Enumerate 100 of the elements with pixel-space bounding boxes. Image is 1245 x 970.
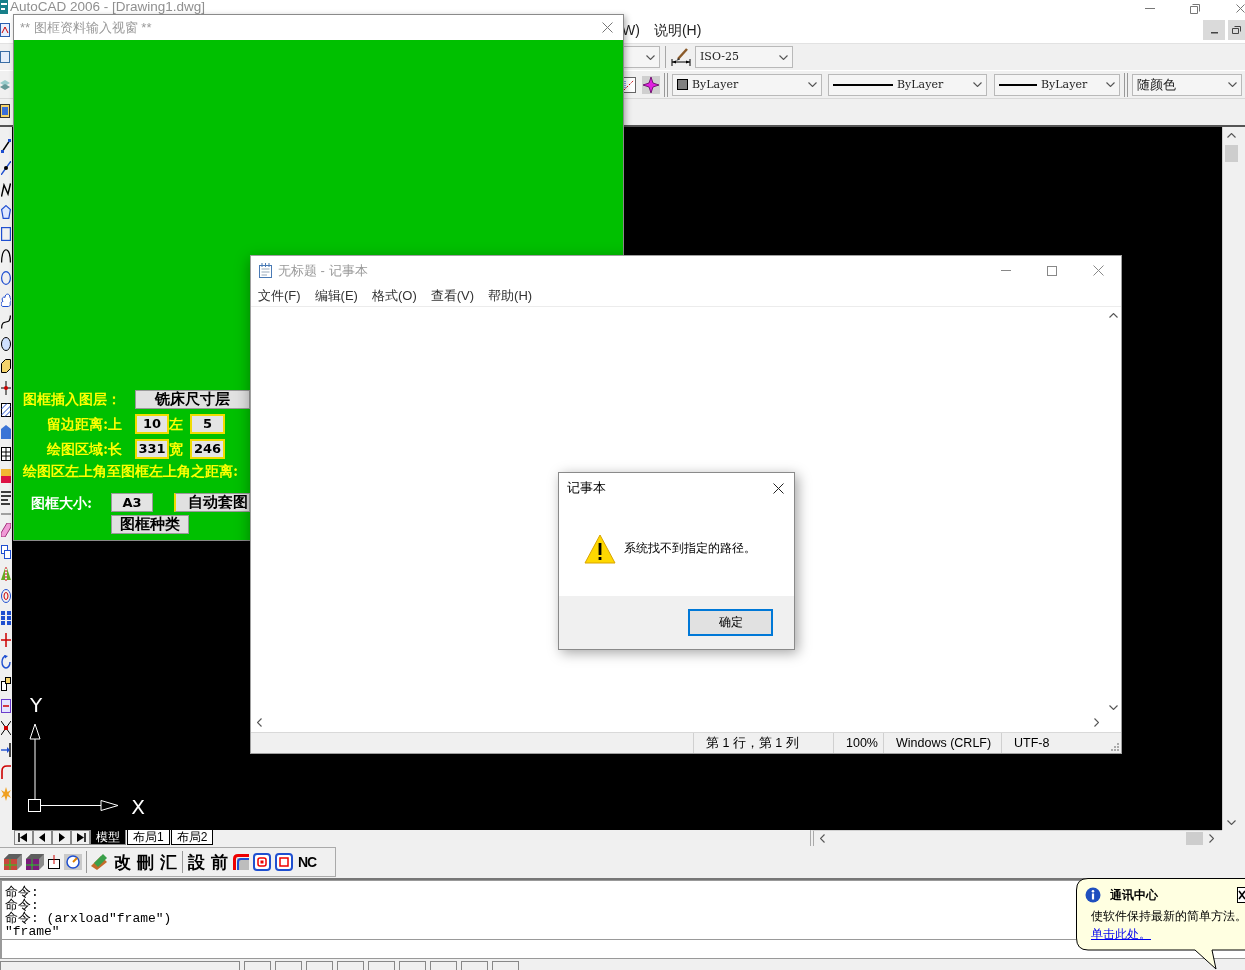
color-dropdown[interactable]: ByLayer	[672, 73, 822, 96]
spline-icon[interactable]	[1, 315, 11, 329]
offset-icon[interactable]	[1, 589, 11, 603]
table-icon[interactable]	[1, 447, 11, 461]
origin-square	[28, 799, 41, 812]
circle-icon[interactable]	[1, 271, 11, 285]
line-sample-icon	[833, 83, 893, 86]
update-link[interactable]: 单击此处。	[1091, 927, 1151, 941]
cube-icon[interactable]	[4, 854, 22, 870]
construction-line-icon[interactable]	[1, 161, 11, 175]
maximize-icon[interactable]	[1047, 265, 1057, 276]
menu-item[interactable]: 帮助(H)	[481, 287, 540, 304]
length-field[interactable]: 331	[135, 438, 169, 459]
margin-top-field[interactable]: 10	[135, 413, 169, 434]
close-icon[interactable]	[1237, 887, 1245, 903]
style-dropdown[interactable]	[622, 46, 660, 68]
toolbar-button[interactable]: NC	[297, 850, 318, 874]
scrollbar-thumb[interactable]	[1186, 832, 1203, 845]
restore-icon[interactable]	[1228, 20, 1245, 40]
toolbar-button[interactable]: 改	[113, 850, 132, 874]
scale-icon[interactable]	[1, 677, 11, 691]
toolbar-button[interactable]: 前	[210, 850, 229, 874]
close-icon[interactable]	[773, 482, 784, 494]
next-tab-icon[interactable]	[52, 830, 71, 845]
status-text: 100%	[833, 733, 883, 753]
cloud-icon[interactable]	[1, 293, 11, 307]
scroll-up-icon[interactable]	[1227, 133, 1236, 138]
toolbar-button[interactable]: 汇	[159, 850, 178, 874]
scroll-up-icon[interactable]	[1108, 313, 1118, 318]
first-tab-icon[interactable]	[14, 830, 33, 845]
caret-icon	[1228, 82, 1237, 87]
last-tab-icon[interactable]	[71, 830, 90, 845]
layout-tab[interactable]: 布局2	[170, 830, 214, 845]
line-icon[interactable]	[1, 139, 11, 153]
polyline-icon[interactable]	[1, 183, 11, 197]
auto-frame-button[interactable]: 自动套图	[174, 493, 250, 512]
frame-icon[interactable]	[275, 853, 293, 871]
dial-icon[interactable]	[64, 854, 82, 870]
extend-icon[interactable]	[1, 743, 11, 757]
menu-item[interactable]: 编辑(E)	[307, 287, 365, 304]
resize-grip-icon[interactable]	[1111, 743, 1119, 751]
gradient-icon[interactable]	[1, 469, 11, 483]
stacked-slabs-icon[interactable]	[91, 854, 109, 870]
dialog-title: ** 图框资料输入视窗 **	[20, 19, 152, 36]
restore-icon[interactable]	[1190, 3, 1200, 14]
scroll-left-icon[interactable]	[820, 834, 825, 843]
array-icon[interactable]	[1, 611, 11, 625]
plot-style-dropdown[interactable]: 随颜色	[1132, 73, 1242, 96]
hatch-icon[interactable]	[1, 403, 11, 417]
frame-type-button[interactable]: 图框种类	[111, 515, 189, 534]
command-line: 命令:	[5, 886, 39, 899]
dimension-style-dropdown[interactable]: ISO-25	[695, 46, 793, 68]
framed-panel-icon[interactable]	[0, 104, 10, 118]
arc-icon[interactable]	[1, 249, 11, 263]
dimension-brush-icon[interactable]	[671, 48, 691, 66]
frame-size-field[interactable]: A3	[111, 493, 153, 512]
linetype-dropdown[interactable]: ByLayer	[828, 73, 987, 96]
menu-item[interactable]: 查看(V)	[423, 287, 482, 304]
toolbar-button[interactable]: 刪	[136, 850, 155, 874]
stretch-icon[interactable]	[1, 699, 11, 713]
trim-icon[interactable]	[1, 721, 11, 735]
balloon-message: 使软件保持最新的简单方法。	[1091, 909, 1245, 923]
point-icon[interactable]	[1, 381, 11, 395]
scrollbar-thumb[interactable]	[1225, 145, 1238, 162]
lineweight-dropdown[interactable]: ByLayer	[994, 73, 1120, 96]
scroll-left-icon[interactable]	[257, 717, 262, 727]
ok-button[interactable]: 确定	[688, 609, 773, 636]
status-text: Windows (CRLF)	[883, 733, 1001, 753]
rotate-icon[interactable]	[1, 655, 11, 669]
menu-item[interactable]: 格式(O)	[364, 287, 424, 304]
layout-tab[interactable]: 模型	[90, 830, 126, 845]
corner-icon[interactable]	[233, 854, 249, 870]
scroll-down-icon[interactable]	[1108, 705, 1118, 710]
toolbar-button[interactable]: 設	[187, 850, 206, 874]
copy-icon[interactable]	[1, 545, 11, 559]
menu-item[interactable]: 说明(H)	[653, 21, 702, 39]
target-icon[interactable]	[253, 853, 271, 871]
star-icon[interactable]	[642, 75, 660, 94]
status-text: 第 1 行，第 1 列	[693, 733, 833, 753]
margin-left-field[interactable]: 5	[190, 413, 225, 434]
layout-tab[interactable]: 布局1	[127, 830, 170, 845]
scroll-right-icon[interactable]	[1094, 717, 1099, 727]
scroll-right-icon[interactable]	[1209, 834, 1214, 843]
width-field[interactable]: 246	[190, 438, 225, 459]
line-sample-icon	[999, 83, 1037, 86]
square-icon[interactable]	[48, 855, 60, 869]
layer-button[interactable]: 铣床尺寸层	[135, 389, 250, 409]
move-icon[interactable]	[1, 633, 11, 647]
lines-icon[interactable]	[1, 491, 11, 505]
fillet-icon[interactable]	[1, 765, 11, 779]
rectangle-icon[interactable]	[1, 227, 11, 241]
cube-icon[interactable]	[26, 854, 44, 870]
scroll-down-icon[interactable]	[1227, 820, 1236, 825]
ellipse-icon[interactable]	[1, 337, 11, 351]
warning-icon	[584, 533, 616, 564]
layers-icon	[0, 78, 10, 91]
menu-item[interactable]: 文件(F)	[251, 287, 308, 304]
mirror-icon[interactable]	[1, 567, 11, 581]
dialog-title: 记事本	[567, 480, 606, 496]
previous-tab-icon[interactable]	[33, 830, 52, 845]
